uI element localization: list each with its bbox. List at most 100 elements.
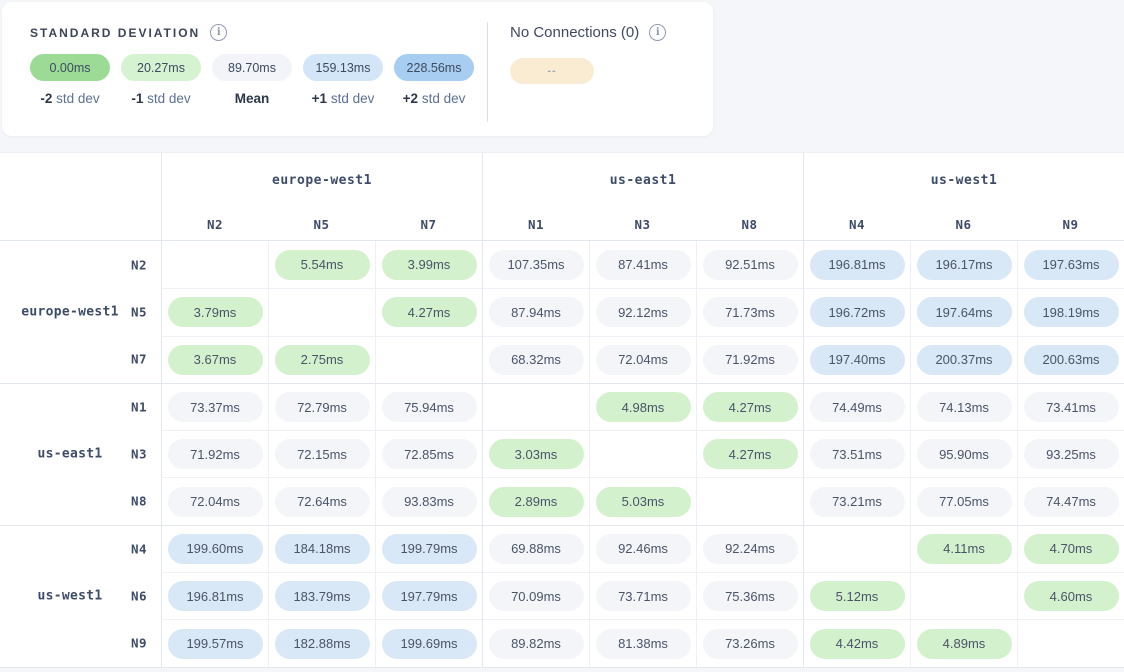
info-icon[interactable]: i [210,24,227,41]
matrix-cell: 92.46ms [589,525,696,572]
latency-pill[interactable]: 87.94ms [489,297,584,327]
latency-pill[interactable]: 196.81ms [810,250,905,280]
std-dev-pill: 20.27ms [121,54,201,81]
region-row-label: europe-west1 [0,304,140,319]
latency-pill[interactable]: 197.79ms [382,581,477,611]
latency-pill[interactable]: 75.94ms [382,392,477,422]
latency-pill[interactable]: 182.88ms [275,629,370,659]
node-row-label: N1 [131,400,147,415]
latency-pill[interactable]: 3.99ms [382,250,477,280]
latency-pill[interactable]: 199.57ms [168,629,263,659]
matrix-cell: 73.21ms [803,477,910,524]
latency-pill[interactable]: 87.41ms [596,250,691,280]
latency-pill[interactable]: 197.40ms [810,345,905,375]
latency-pill[interactable]: 73.21ms [810,487,905,517]
latency-pill[interactable]: 2.75ms [275,345,370,375]
latency-pill[interactable]: 196.81ms [168,581,263,611]
matrix-cell [375,336,482,383]
matrix-cell: 197.64ms [910,288,1017,335]
latency-pill[interactable]: 72.79ms [275,392,370,422]
latency-pill[interactable]: 70.09ms [489,581,584,611]
latency-pill[interactable]: 73.51ms [810,439,905,469]
latency-pill[interactable]: 3.79ms [168,297,263,327]
latency-pill[interactable]: 71.92ms [703,345,798,375]
latency-pill[interactable]: 77.05ms [917,487,1012,517]
latency-pill[interactable]: 4.89ms [917,629,1012,659]
latency-pill[interactable]: 199.69ms [382,629,477,659]
latency-pill[interactable]: 93.25ms [1024,439,1119,469]
latency-pill[interactable]: 92.51ms [703,250,798,280]
latency-pill[interactable]: 92.12ms [596,297,691,327]
latency-pill[interactable]: 73.41ms [1024,392,1119,422]
latency-pill[interactable]: 4.27ms [382,297,477,327]
matrix-cell [482,383,589,430]
latency-pill[interactable]: 196.17ms [917,250,1012,280]
node-row-label: N7 [131,352,147,367]
latency-pill[interactable]: 68.32ms [489,345,584,375]
latency-pill[interactable]: 200.37ms [917,345,1012,375]
latency-pill[interactable]: 4.98ms [596,392,691,422]
latency-pill[interactable]: 198.19ms [1024,297,1119,327]
latency-pill[interactable]: 2.89ms [489,487,584,517]
latency-pill[interactable]: 3.67ms [168,345,263,375]
latency-pill[interactable]: 4.27ms [703,392,798,422]
region-column-header: us-west1 [803,153,1124,208]
latency-pill[interactable]: 4.27ms [703,439,798,469]
latency-pill[interactable]: 183.79ms [275,581,370,611]
latency-pill[interactable]: 72.04ms [596,345,691,375]
matrix-cell: 4.27ms [696,383,803,430]
info-icon[interactable]: i [649,24,666,41]
matrix-cell: 199.79ms [375,525,482,572]
latency-pill[interactable]: 5.54ms [275,250,370,280]
matrix-cell [803,525,910,572]
row-label-cell: europe-west1N5 [0,288,161,335]
latency-pill[interactable]: 184.18ms [275,534,370,564]
latency-pill[interactable]: 4.11ms [917,534,1012,564]
std-dev-step: 89.70ms Mean [212,54,292,106]
matrix-cell: 4.89ms [910,619,1017,666]
row-label-cell: N7 [0,336,161,383]
latency-pill[interactable]: 4.70ms [1024,534,1119,564]
latency-pill[interactable]: 72.04ms [168,487,263,517]
latency-pill[interactable]: 74.47ms [1024,487,1119,517]
latency-pill[interactable]: 89.82ms [489,629,584,659]
latency-pill[interactable]: 72.15ms [275,439,370,469]
latency-pill[interactable]: 107.35ms [489,250,584,280]
row-label-cell: N9 [0,619,161,666]
latency-pill[interactable]: 71.73ms [703,297,798,327]
latency-pill[interactable]: 74.49ms [810,392,905,422]
latency-pill[interactable]: 93.83ms [382,487,477,517]
latency-pill[interactable]: 92.24ms [703,534,798,564]
latency-pill[interactable]: 73.71ms [596,581,691,611]
latency-pill[interactable]: 199.60ms [168,534,263,564]
latency-pill[interactable]: 95.90ms [917,439,1012,469]
latency-pill[interactable]: 199.79ms [382,534,477,564]
latency-pill[interactable]: 4.60ms [1024,581,1119,611]
latency-pill[interactable]: 69.88ms [489,534,584,564]
latency-pill[interactable]: 72.85ms [382,439,477,469]
std-dev-step-label: -1 std dev [121,91,201,106]
std-dev-step: 20.27ms -1 std dev [121,54,201,106]
latency-pill[interactable]: 4.42ms [810,629,905,659]
latency-pill[interactable]: 74.13ms [917,392,1012,422]
latency-pill[interactable]: 71.92ms [168,439,263,469]
matrix-cell: 197.79ms [375,572,482,619]
no-connections-label: No Connections (0) [510,24,639,41]
latency-pill[interactable]: 75.36ms [703,581,798,611]
latency-pill[interactable]: 197.63ms [1024,250,1119,280]
latency-pill[interactable]: 73.26ms [703,629,798,659]
matrix-corner-cell [0,153,161,241]
latency-pill[interactable]: 92.46ms [596,534,691,564]
matrix-cell: 200.37ms [910,336,1017,383]
latency-pill[interactable]: 5.12ms [810,581,905,611]
latency-pill[interactable]: 3.03ms [489,439,584,469]
latency-pill[interactable]: 81.38ms [596,629,691,659]
matrix-cell: 71.92ms [161,430,268,477]
row-label-cell: us-west1N6 [0,572,161,619]
latency-pill[interactable]: 196.72ms [810,297,905,327]
latency-pill[interactable]: 73.37ms [168,392,263,422]
latency-pill[interactable]: 200.63ms [1024,345,1119,375]
latency-pill[interactable]: 72.64ms [275,487,370,517]
latency-pill[interactable]: 197.64ms [917,297,1012,327]
latency-pill[interactable]: 5.03ms [596,487,691,517]
